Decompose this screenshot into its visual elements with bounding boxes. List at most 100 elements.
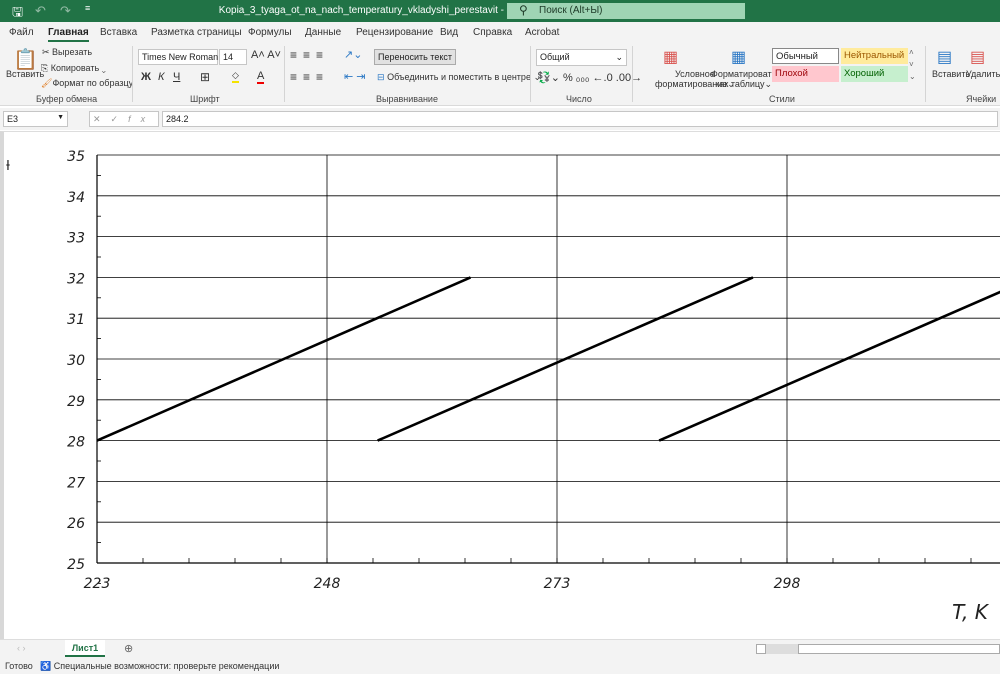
bold-button[interactable]: Ж xyxy=(141,71,151,83)
sheet-nav-arrows[interactable]: ‹ › xyxy=(17,643,26,653)
y-tick-label: 29 xyxy=(67,394,85,410)
paste-button[interactable]: Вставить xyxy=(6,69,44,79)
merge-label: Объединить и поместить в центре xyxy=(387,72,531,82)
number-format-value: Общий xyxy=(540,52,570,62)
formula-buttons: ✕✓fx xyxy=(89,111,159,127)
tab-insert[interactable]: Вставка xyxy=(100,27,137,38)
borders-icon[interactable]: ⊞ xyxy=(200,70,210,84)
scroll-left-button[interactable] xyxy=(756,644,766,654)
x-tick-label: 248 xyxy=(314,576,341,592)
name-box[interactable]: E3 ▼ xyxy=(3,111,68,127)
font-size-value: 14 xyxy=(223,52,234,62)
search-box[interactable]: ⚲ Поиск (Alt+Ы) xyxy=(507,3,745,19)
divider xyxy=(925,46,926,102)
font-name-select[interactable]: Times New Roman xyxy=(138,49,218,65)
style-normal[interactable]: Обычный xyxy=(772,48,839,64)
style-good[interactable]: Хороший xyxy=(841,66,908,82)
group-styles: Стили xyxy=(769,94,795,104)
wrap-text-button[interactable]: Переносить текст xyxy=(374,49,456,65)
window-title: Kopia_3_tyaga_ot_na_nach_temperatury_vkl… xyxy=(218,5,532,16)
insert-function-icon[interactable]: fx xyxy=(128,114,155,124)
horizontal-align-icons[interactable]: ≡≡≡ xyxy=(290,70,329,84)
font-color-icon[interactable]: A xyxy=(257,70,265,84)
y-tick-label: 25 xyxy=(67,557,85,573)
y-tick-label: 34 xyxy=(67,190,85,206)
indent-icons[interactable]: ⇤ ⇥ xyxy=(344,70,366,83)
format-as-table-button[interactable]: Форматировать как таблицу⌄ xyxy=(711,69,776,90)
x-axis-label: T, K xyxy=(952,600,990,624)
title-bar: 🖫 ↶ ↷ ≡ Kopia_3_tyaga_ot_na_nach_tempera… xyxy=(0,0,1000,22)
group-clipboard: Буфер обмена xyxy=(36,94,98,104)
divider xyxy=(284,46,285,102)
grow-font-icon[interactable]: A˄ A˅ xyxy=(251,49,281,61)
y-tick-label: 30 xyxy=(67,353,85,369)
ft-line1: Форматировать xyxy=(711,69,777,79)
merge-center-button[interactable]: ⊟ Объединить и поместить в центре ⌄ xyxy=(377,72,541,83)
y-tick-label: 27 xyxy=(67,475,85,491)
insert-cells-icon: ▤ xyxy=(937,49,953,66)
orientation-icon[interactable]: ↗⌄ xyxy=(344,48,362,61)
cut-label: Вырезать xyxy=(52,47,93,57)
delete-cells-button[interactable]: Удалить xyxy=(966,69,1000,79)
tab-file[interactable]: Файл xyxy=(9,27,34,38)
styles-scroll[interactable]: ˄ ˅ ⌄ xyxy=(909,47,916,83)
tab-review[interactable]: Рецензирование xyxy=(356,27,433,38)
format-table-icon: ▦ xyxy=(731,49,747,66)
group-alignment: Выравнивание xyxy=(376,94,438,104)
copy-button[interactable]: ⎘ Копировать ⌄ xyxy=(41,63,106,74)
horizontal-scrollbar-thumb[interactable] xyxy=(798,644,1000,654)
tab-page-layout[interactable]: Разметка страницы xyxy=(151,27,242,38)
underline-button[interactable]: Ч xyxy=(173,71,180,83)
accessibility-status[interactable]: ♿ Специальные возможности: проверьте рек… xyxy=(40,661,279,672)
fill-color-icon[interactable]: ◇ xyxy=(232,70,239,83)
style-bad[interactable]: Плохой xyxy=(772,66,839,82)
tab-data[interactable]: Данные xyxy=(305,27,341,38)
y-tick-label: 35 xyxy=(67,149,85,165)
number-format-icons[interactable]: 💱⌄ % ₀₀₀ ←.0 .00→ xyxy=(537,71,642,84)
name-box-value: E3 xyxy=(7,114,19,124)
tab-acrobat[interactable]: Acrobat xyxy=(525,27,559,38)
formula-input[interactable]: 284.2 xyxy=(162,111,998,127)
y-tick-label: 26 xyxy=(67,516,85,532)
cancel-icon[interactable]: ✕ xyxy=(93,114,111,124)
cut-button[interactable]: ✂ Вырезать xyxy=(42,47,92,58)
group-cells: Ячейки xyxy=(966,94,997,104)
x-tick-label: 273 xyxy=(544,576,571,592)
vertical-align-icons[interactable]: ≡≡≡ xyxy=(290,48,329,62)
format-painter-button[interactable]: 🖌Формат по образцу xyxy=(41,78,133,89)
horizontal-scrollbar-track[interactable] xyxy=(766,644,798,654)
tab-help[interactable]: Справка xyxy=(473,27,512,38)
sheet-tabs-bar: ‹ › Лист1 ⊕ xyxy=(0,639,1000,657)
group-font: Шрифт xyxy=(190,94,220,104)
ribbon-tabs: Файл Главная Вставка Разметка страницы Ф… xyxy=(0,22,1000,43)
brush-icon: 🖌 xyxy=(41,78,53,88)
font-name-value: Times New Roman xyxy=(142,52,219,62)
enter-icon[interactable]: ✓ xyxy=(111,114,129,124)
status-bar: Готово ♿ Специальные возможности: провер… xyxy=(0,657,1000,674)
formula-value: 284.2 xyxy=(166,114,189,124)
cf-line1: Условное xyxy=(675,69,715,79)
italic-button[interactable]: К xyxy=(158,71,164,83)
style-neutral[interactable]: Нейтральный xyxy=(841,48,908,64)
tab-formulas[interactable]: Формулы xyxy=(248,27,292,38)
tab-home[interactable]: Главная xyxy=(48,27,89,42)
number-format-select[interactable]: Общий ⌄ xyxy=(536,49,627,66)
divider xyxy=(632,46,633,102)
y-tick-label: 33 xyxy=(67,231,85,247)
y-tick-label: 31 xyxy=(67,312,85,328)
insert-cells-button[interactable]: Вставить xyxy=(932,69,970,79)
sheet-tab-1[interactable]: Лист1 xyxy=(65,640,105,657)
copy-label: Копировать xyxy=(50,63,100,73)
tab-view[interactable]: Вид xyxy=(440,27,458,38)
add-sheet-icon[interactable]: ⊕ xyxy=(124,642,133,655)
font-size-select[interactable]: 14 xyxy=(219,49,247,65)
x-tick-label: 298 xyxy=(774,576,801,592)
accessibility-label: Специальные возможности: проверьте реком… xyxy=(53,661,280,671)
chart: 25 26 27 28 29 30 31 32 33 34 35 223 248 273 298 T, K xyxy=(67,149,1000,624)
status-ready: Готово xyxy=(5,661,33,671)
divider xyxy=(530,46,531,102)
y-tick-label: 32 xyxy=(67,271,85,287)
search-placeholder: Поиск (Alt+Ы) xyxy=(539,5,603,16)
formula-bar: E3 ▼ ✕✓fx 284.2 xyxy=(0,108,1000,130)
delete-cells-icon: ▤ xyxy=(970,49,986,66)
